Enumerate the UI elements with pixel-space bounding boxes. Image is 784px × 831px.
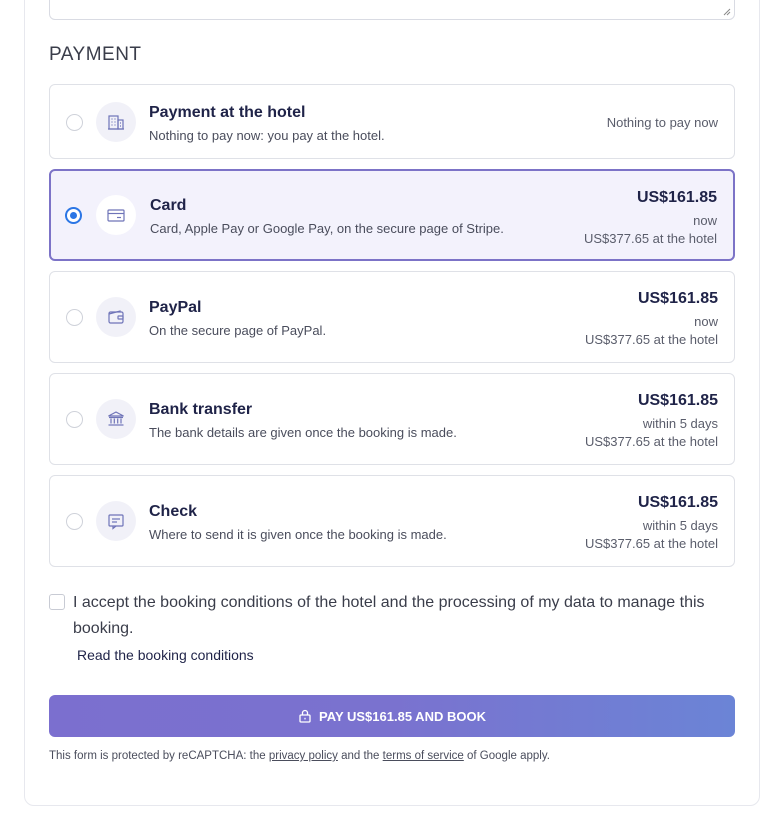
payment-option-hotel-radio[interactable] [66, 113, 83, 131]
payment-option-at-hotel: US$377.65 at the hotel [585, 536, 718, 551]
payment-option-at-hotel: US$377.65 at the hotel [584, 231, 717, 246]
check-document-icon [96, 501, 136, 541]
accept-conditions-label[interactable]: I accept the booking conditions of the h… [73, 590, 733, 642]
payment-option-at-hotel: US$377.65 at the hotel [585, 332, 718, 347]
hotel-building-icon [96, 101, 136, 142]
privacy-policy-link[interactable]: privacy policy [269, 750, 338, 762]
payment-option-title: Card [150, 197, 187, 214]
payment-option-description: Card, Apple Pay or Google Pay, on the se… [150, 221, 504, 236]
credit-card-icon [96, 195, 136, 235]
payment-option-title: Check [149, 503, 198, 520]
payment-option-card[interactable]: Card Card, Apple Pay or Google Pay, on t… [49, 169, 735, 261]
payment-option-amount-note: now [693, 213, 717, 228]
payment-option-description: Where to send it is given once the booki… [149, 527, 447, 542]
comments-textarea[interactable] [49, 0, 735, 20]
payment-section-title: PAYMENT [49, 44, 142, 65]
terms-of-service-link[interactable]: terms of service [383, 750, 464, 762]
payment-option-description: The bank details are given once the book… [149, 425, 457, 440]
payment-option-note: Nothing to pay now [606, 115, 718, 130]
wallet-icon [96, 297, 136, 337]
payment-option-card-radio[interactable] [65, 207, 82, 224]
accept-conditions-checkbox[interactable] [49, 594, 65, 610]
payment-option-description: Nothing to pay now: you pay at the hotel… [149, 128, 385, 143]
payment-option-paypal[interactable]: PayPal On the secure page of PayPal. US$… [49, 271, 735, 363]
recaptcha-text-middle: and the [337, 750, 383, 762]
payment-option-amount: US$161.85 [637, 392, 718, 409]
payment-option-bank-transfer-radio[interactable] [66, 411, 83, 428]
lock-icon [299, 709, 311, 723]
payment-option-amount-note: within 5 days [642, 518, 718, 533]
payment-option-hotel[interactable]: Payment at the hotel Nothing to pay now:… [49, 84, 735, 159]
payment-option-paypal-radio[interactable] [66, 309, 83, 326]
payment-option-title: Bank transfer [149, 401, 253, 418]
payment-option-amount: US$161.85 [637, 290, 718, 307]
payment-option-amount-note: now [694, 314, 718, 329]
payment-options: Payment at the hotel Nothing to pay now:… [49, 84, 735, 577]
payment-option-check-radio[interactable] [66, 513, 83, 530]
pay-button-label: PAY US$161.85 AND BOOK [319, 708, 486, 724]
payment-option-title: Payment at the hotel [149, 104, 306, 121]
bank-icon [96, 399, 136, 439]
payment-option-at-hotel: US$377.65 at the hotel [585, 434, 718, 449]
read-booking-conditions-link[interactable]: Read the booking conditions [77, 647, 254, 663]
recaptcha-notice: This form is protected by reCAPTCHA: the… [49, 750, 550, 762]
payment-option-description: On the secure page of PayPal. [149, 323, 327, 338]
recaptcha-text-after: of Google apply. [463, 750, 550, 762]
payment-option-amount: US$161.85 [637, 494, 718, 511]
payment-option-amount-note: within 5 days [642, 416, 718, 431]
recaptcha-text-before: This form is protected by reCAPTCHA: the [49, 750, 269, 762]
pay-and-book-button[interactable]: PAY US$161.85 AND BOOK [49, 695, 735, 737]
resize-grip-icon[interactable] [723, 8, 731, 16]
payment-option-check[interactable]: Check Where to send it is given once the… [49, 475, 735, 567]
payment-option-title: PayPal [149, 299, 202, 316]
payment-option-bank-transfer[interactable]: Bank transfer The bank details are given… [49, 373, 735, 465]
payment-option-amount: US$161.85 [636, 189, 717, 206]
